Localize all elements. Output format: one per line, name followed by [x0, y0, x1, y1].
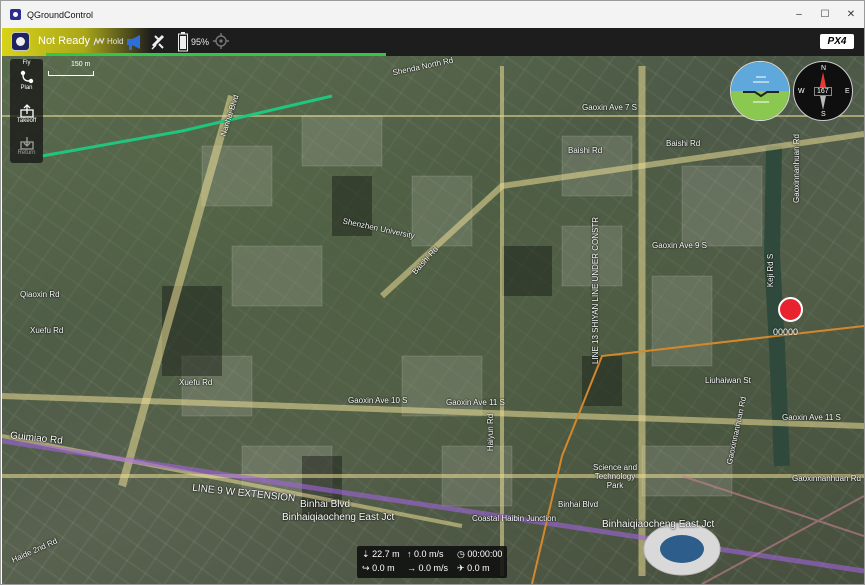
road-label: Qiaoxin Rd: [20, 290, 60, 299]
road-label: Xuefu Rd: [179, 378, 213, 387]
horizontal-speed-value: 0.0 m/s: [418, 563, 449, 573]
road-label: Binhai Blvd: [300, 499, 351, 510]
road-label: Keji Rd S: [766, 253, 776, 288]
horizontal-speed-icon: →: [407, 563, 416, 573]
horizontal-distance-cell: ↪ 0.0 m: [362, 563, 395, 574]
road-label: Coastal Haibin Junction: [472, 514, 557, 523]
altitude-icon: ⇣: [362, 549, 370, 559]
qgc-logo-button[interactable]: [11, 32, 30, 51]
heading-readout: 167: [814, 87, 832, 96]
flight-mode-icon: [93, 37, 105, 46]
road-label: Gaoxinnanhuan Rd: [792, 474, 861, 483]
road-label: Binhaiqiaocheng East Jct: [282, 512, 395, 523]
road-label: Gaoxin Ave 9 S: [652, 241, 707, 250]
qgroundcontrol-app-icon: [10, 9, 21, 20]
map-overlay-roads: [2, 66, 864, 584]
horizontal-speed-cell: → 0.0 m/s: [407, 563, 448, 573]
timer-icon: ◷: [457, 549, 465, 559]
messages-megaphone-icon[interactable]: [125, 33, 145, 51]
horizontal-distance-icon: ↪: [362, 563, 370, 573]
gps-satellite-icon[interactable]: [150, 33, 168, 51]
battery-icon[interactable]: [178, 32, 188, 52]
altitude-cell: ⇣ 22.7 m: [362, 549, 400, 560]
rc-rssi-icon[interactable]: [213, 33, 229, 49]
road-label: Liuhaiwan St: [705, 376, 751, 385]
window-controls: – ☐ ✕: [786, 1, 864, 28]
horizontal-distance-value: 0.0 m: [372, 563, 395, 573]
main-toolbar: Not Ready Hold 95% PX4: [2, 28, 864, 56]
telemetry-panel: ⇣ 22.7 m ↑ 0.0 m/s ◷ 00:00:00 ↪ 0.0 m → …: [357, 546, 507, 578]
fly-tool-strip: Fly Plan Takeoff Return: [10, 59, 43, 163]
road-label: Binhai Blvd: [558, 500, 599, 509]
takeoff-icon: [19, 104, 34, 118]
road-label: Baishi Rd: [568, 146, 603, 155]
road-label: Baishi Rd: [666, 139, 701, 148]
map-scale: 150 m: [46, 59, 106, 77]
tool-takeoff[interactable]: Takeoff: [10, 104, 43, 124]
satellite-map[interactable]: Shenda North Rd Nanhai Blvd Baishi Rd Ba…: [2, 56, 864, 584]
flight-mode-selector[interactable]: Hold: [93, 37, 123, 46]
vehicle-status[interactable]: Not Ready: [38, 35, 90, 47]
road-label: Science and Technology Park: [592, 463, 638, 490]
tool-fly[interactable]: Fly: [10, 60, 43, 66]
plan-tool-label: Plan: [20, 85, 33, 91]
road-label: Gaoxin Ave 7 S: [582, 103, 637, 112]
map-scale-bar: [48, 71, 94, 76]
return-tool-label: Return: [17, 150, 36, 156]
flight-time-value: 00:00:00: [467, 549, 503, 559]
flight-mode-label: Hold: [107, 37, 124, 46]
attitude-reticle-icon: [743, 76, 779, 103]
vertical-speed-icon: ↑: [407, 549, 412, 559]
record-video-button[interactable]: [778, 297, 803, 322]
road-label: Gaoxin Ave 11 S: [782, 413, 841, 422]
record-time: 00000: [773, 327, 799, 337]
home-distance-icon: ✈: [457, 563, 465, 573]
road-label: Xuefu Rd: [30, 326, 64, 335]
px4-brand-logo: PX4: [820, 34, 854, 49]
tool-plan[interactable]: Plan: [10, 69, 43, 91]
road-label: LINE 13 SHIYAN LINE UNDER CONSTR: [591, 217, 600, 364]
window-title: QGroundControl: [27, 9, 94, 20]
road-label: Gaoxin Ave 11 S: [446, 398, 505, 407]
vertical-speed-value: 0.0 m/s: [414, 549, 444, 559]
flight-time-cell: ◷ 00:00:00: [457, 549, 502, 560]
tool-return[interactable]: Return: [10, 136, 43, 156]
takeoff-tool-label: Takeoff: [16, 118, 37, 124]
compass: N E S W 167: [793, 61, 853, 121]
altitude-value: 22.7 m: [372, 549, 400, 559]
distance-home-cell: ✈ 0.0 m: [457, 563, 490, 574]
road-label: Binhaiqiaocheng East Jct: [602, 519, 715, 530]
distance-home-value: 0.0 m: [467, 563, 490, 573]
battery-percentage: 95%: [191, 37, 210, 47]
vertical-speed-cell: ↑ 0.0 m/s: [407, 549, 444, 559]
map-scale-label: 150 m: [71, 61, 91, 68]
title-bar: QGroundControl – ☐ ✕: [1, 1, 864, 28]
plan-icon: [20, 70, 33, 84]
road-label: Gaoxinnanhuan Rd: [791, 134, 801, 203]
minimize-button[interactable]: –: [786, 1, 812, 28]
attitude-indicator: [730, 61, 790, 121]
fly-tool-label: Fly: [22, 60, 31, 66]
road-label: Gaoxin Ave 10 S: [348, 396, 408, 405]
return-icon: [19, 137, 34, 150]
close-button[interactable]: ✕: [838, 1, 864, 28]
app-window: QGroundControl – ☐ ✕ Not Ready Hold 95% …: [0, 0, 865, 585]
road-label: Haiyun Rd: [486, 413, 496, 452]
maximize-button[interactable]: ☐: [812, 1, 838, 28]
